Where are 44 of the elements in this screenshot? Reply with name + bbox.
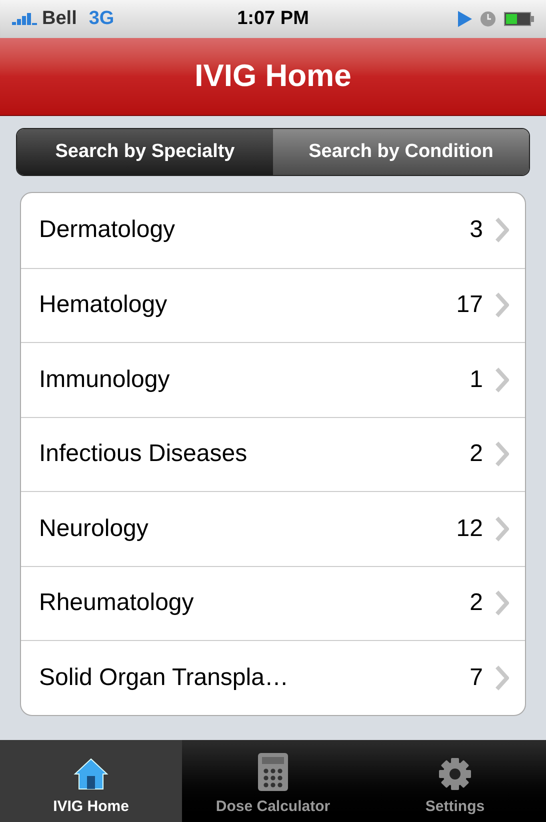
house-icon [73, 756, 109, 792]
list-row[interactable]: Hematology 17 [21, 268, 525, 342]
specialty-name: Dermatology [39, 215, 176, 246]
chevron-icon [495, 516, 509, 542]
specialty-name: Immunology [39, 364, 170, 395]
list-row[interactable]: Dermatology 3 [21, 193, 525, 268]
specialty-name: Rheumatology [39, 588, 194, 618]
tab-bar-item[interactable]: Settings [364, 740, 546, 822]
clock-icon [480, 11, 496, 27]
segment-tab[interactable]: Search by Specialty [17, 129, 273, 175]
specialty-name: Neurology [39, 514, 148, 544]
list-row[interactable]: Solid Organ Transpla… 7 [21, 640, 525, 714]
carrier-name: Bell [42, 6, 77, 31]
chevron-icon [495, 292, 509, 318]
tab-bar-item[interactable]: Dose Calculator [182, 740, 364, 822]
screen-title: IVIG Home [194, 57, 352, 96]
specialty-name: Infectious Diseases [39, 439, 248, 470]
chevron-icon [495, 217, 509, 244]
play-icon [458, 11, 472, 27]
signal-icon [12, 13, 38, 25]
item-count: 2 [470, 588, 483, 618]
specialty-name: Solid Organ Transpla… [39, 662, 288, 693]
list-row[interactable]: Infectious Diseases 2 [21, 416, 525, 491]
item-count: 17 [456, 290, 483, 320]
status-time: 1:07 PM [237, 6, 309, 31]
item-count: 1 [470, 364, 483, 395]
chevron-icon [495, 664, 509, 691]
tab-bar-item[interactable]: IVIG Home [0, 740, 182, 822]
chevron-icon [495, 441, 509, 468]
calculator-icon [257, 752, 289, 792]
network-type: 3G [88, 6, 114, 31]
item-count: 3 [470, 215, 483, 246]
list-row[interactable]: Immunology 1 [21, 342, 525, 416]
gear-icon [437, 756, 473, 792]
list-row[interactable]: Neurology 12 [21, 491, 525, 566]
chevron-icon [495, 590, 509, 616]
battery-icon [504, 12, 534, 26]
segment-tab[interactable]: Search by Condition [273, 129, 529, 175]
item-count: 12 [456, 514, 483, 544]
item-count: 2 [470, 439, 483, 470]
item-count: 7 [470, 662, 483, 693]
chevron-icon [495, 366, 509, 393]
specialty-name: Hematology [39, 290, 168, 320]
list-row[interactable]: Rheumatology 2 [21, 566, 525, 640]
